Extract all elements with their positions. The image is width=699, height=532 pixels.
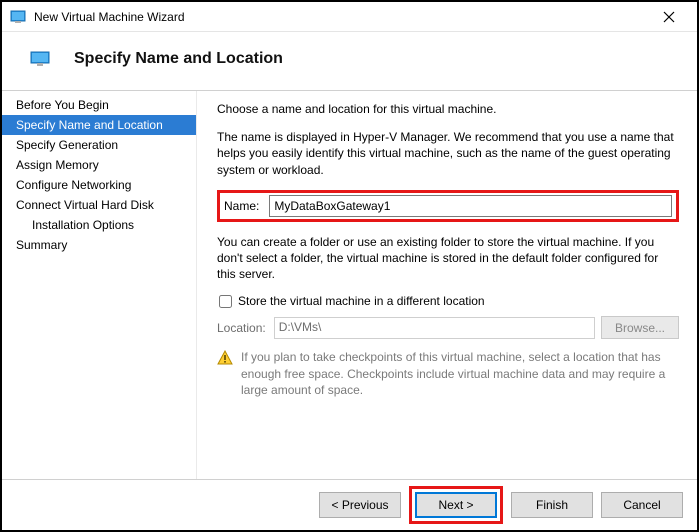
previous-button[interactable]: < Previous xyxy=(319,492,401,518)
wizard-body: Before You BeginSpecify Name and Locatio… xyxy=(2,90,697,480)
desc-text: The name is displayed in Hyper-V Manager… xyxy=(217,129,679,178)
name-input[interactable] xyxy=(269,195,672,217)
warning-row: If you plan to take checkpoints of this … xyxy=(217,349,679,398)
sidebar-step-item[interactable]: Assign Memory xyxy=(2,155,196,175)
store-different-checkbox[interactable] xyxy=(219,295,232,308)
wizard-window: New Virtual Machine Wizard Specify Name … xyxy=(0,0,699,532)
window-title: New Virtual Machine Wizard xyxy=(34,10,649,24)
close-icon xyxy=(663,11,675,23)
page-title: Specify Name and Location xyxy=(74,50,283,68)
location-row: Location: D:\VMs\ Browse... xyxy=(217,316,679,339)
wizard-steps-sidebar: Before You BeginSpecify Name and Locatio… xyxy=(2,91,197,479)
location-field: D:\VMs\ xyxy=(274,317,595,339)
location-label: Location: xyxy=(217,321,266,335)
next-button[interactable]: Next > xyxy=(415,492,497,518)
intro-text: Choose a name and location for this virt… xyxy=(217,101,679,117)
sidebar-step-item[interactable]: Configure Networking xyxy=(2,175,196,195)
warning-icon xyxy=(217,350,233,366)
store-checkbox-label: Store the virtual machine in a different… xyxy=(238,294,485,308)
sidebar-step-item[interactable]: Connect Virtual Hard Disk xyxy=(2,195,196,215)
cancel-button[interactable]: Cancel xyxy=(601,492,683,518)
sidebar-step-item[interactable]: Summary xyxy=(2,235,196,255)
warning-text: If you plan to take checkpoints of this … xyxy=(241,349,679,398)
folder-desc-text: You can create a folder or use an existi… xyxy=(217,234,679,283)
name-row-highlight: Name: xyxy=(217,190,679,222)
wizard-footer: < Previous Next > Finish Cancel xyxy=(2,480,697,530)
wizard-header: Specify Name and Location xyxy=(2,32,697,90)
finish-button[interactable]: Finish xyxy=(511,492,593,518)
wizard-app-icon xyxy=(10,9,26,25)
sidebar-step-item[interactable]: Before You Begin xyxy=(2,95,196,115)
store-checkbox-row: Store the virtual machine in a different… xyxy=(217,294,679,308)
next-button-highlight: Next > xyxy=(409,486,503,524)
sidebar-step-item[interactable]: Specify Name and Location xyxy=(2,115,196,135)
sidebar-step-item[interactable]: Installation Options xyxy=(2,215,196,235)
monitor-icon xyxy=(30,51,50,67)
close-button[interactable] xyxy=(649,3,689,31)
sidebar-step-item[interactable]: Specify Generation xyxy=(2,135,196,155)
name-label: Name: xyxy=(222,199,259,213)
wizard-content: Choose a name and location for this virt… xyxy=(197,91,697,479)
titlebar: New Virtual Machine Wizard xyxy=(2,2,697,32)
browse-button: Browse... xyxy=(601,316,679,339)
